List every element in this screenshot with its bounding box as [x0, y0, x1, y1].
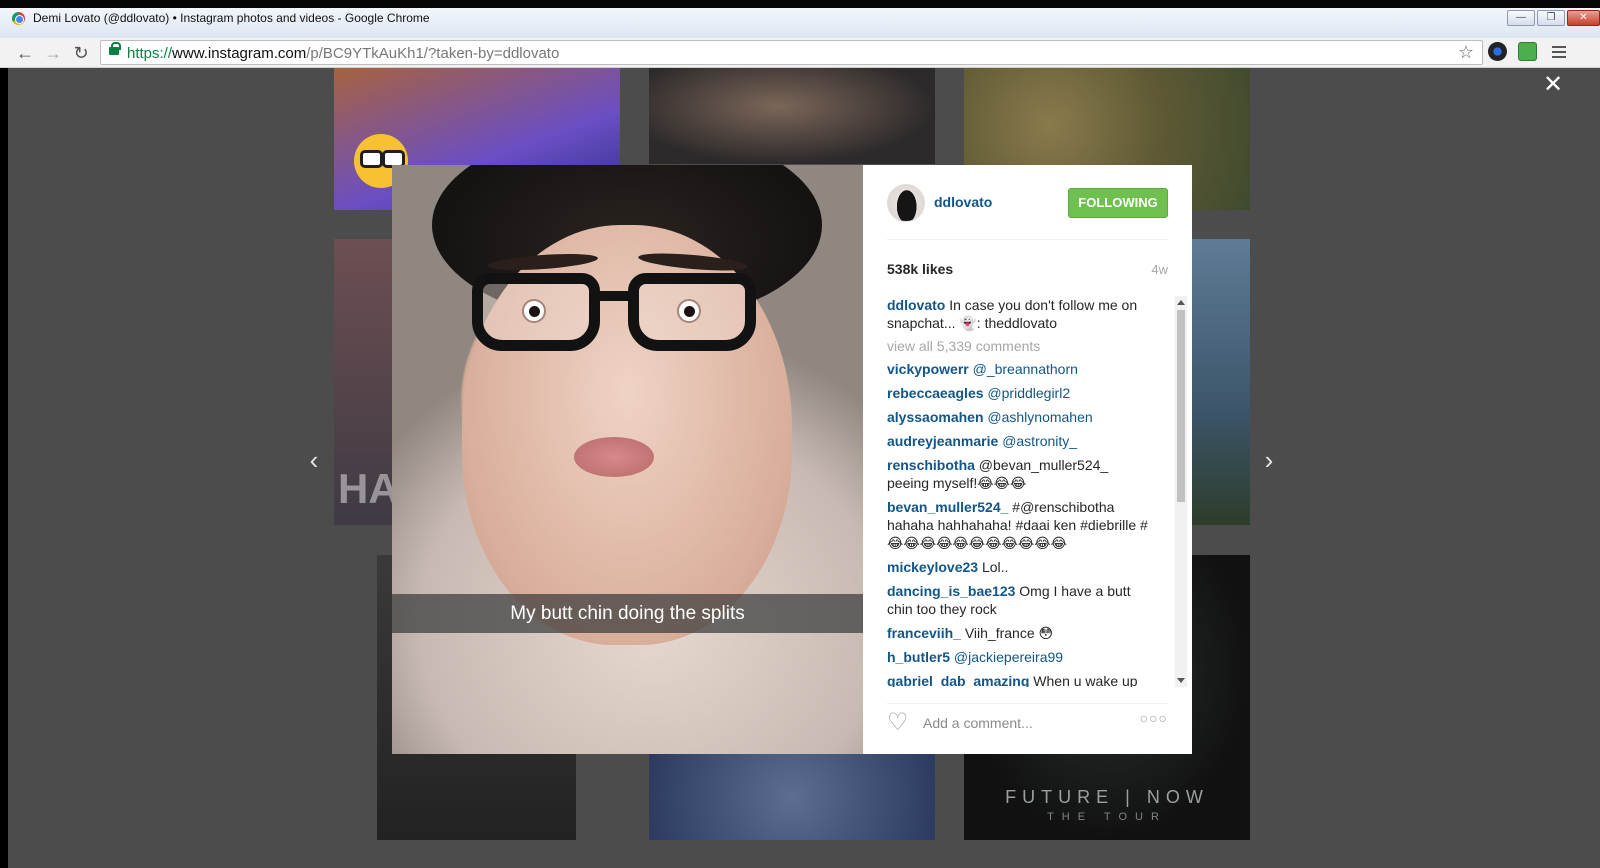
address-bar[interactable]: https://www.instagram.com/p/BC9YTkAuKh1/… [100, 40, 1483, 65]
forward-arrow-icon[interactable]: → [42, 42, 64, 64]
url-host: www.instagram.com [172, 45, 307, 62]
scroll-down-icon[interactable] [1177, 678, 1185, 683]
list-item: franceviih_ Viih_france 😳 [887, 624, 1151, 642]
scroll-up-icon[interactable] [1177, 300, 1185, 305]
view-all-comments-link[interactable]: view all 5,339 comments [887, 338, 1151, 354]
chrome-menu-icon[interactable] [1552, 43, 1566, 59]
comment-text[interactable]: @priddlegirl2 [987, 385, 1070, 401]
lock-icon [109, 42, 121, 55]
comment-text: Viih_france 😳 [964, 625, 1054, 641]
list-item: dancing_is_bae123 Omg I have a butt chin… [887, 582, 1151, 618]
list-item: audreyjeanmarie @astronity_ [887, 432, 1151, 450]
photo-eye [677, 299, 701, 323]
comments-list[interactable]: ddlovato In case you don't follow me on … [887, 296, 1151, 687]
comment-text[interactable]: @_breannathorn [973, 361, 1078, 377]
extension-icon[interactable] [1488, 42, 1507, 61]
comment-text[interactable]: @ashlynomahen [987, 409, 1092, 425]
comment-text[interactable]: @astronity_ [1002, 433, 1077, 449]
chevron-right-icon[interactable]: › [1257, 446, 1281, 474]
chrome-logo-icon [12, 12, 25, 25]
comment-text[interactable]: @jackiepereira99 [954, 649, 1063, 665]
scrollbar-thumb[interactable] [1177, 310, 1185, 502]
url-text[interactable]: https://www.instagram.com/p/BC9YTkAuKh1/… [127, 45, 559, 62]
comment-text: When u wake up [1033, 673, 1138, 687]
comment-username[interactable]: gabriel_dab_amazing [887, 673, 1029, 687]
list-item: gabriel_dab_amazing When u wake up [887, 672, 1151, 687]
comment-username[interactable]: rebeccaeagles [887, 385, 984, 401]
post-modal: My butt chin doing the splits ddlovato F… [392, 165, 1192, 754]
list-item: rebeccaeagles @priddlegirl2 [887, 384, 1151, 402]
chevron-left-icon[interactable]: ‹ [302, 446, 326, 474]
comment-username[interactable]: dancing_is_bae123 [887, 583, 1015, 599]
restore-button[interactable]: ❐ [1537, 10, 1565, 26]
comment-text: Lol.. [981, 559, 1009, 575]
extension-globe-icon[interactable] [1518, 42, 1537, 61]
browser-toolbar: ← → ↻ https://www.instagram.com/p/BC9YTk… [0, 38, 1600, 68]
url-path: /p/BC9YTkAuKh1/?taken-by=ddlovato [306, 45, 560, 62]
post-username[interactable]: ddlovato [934, 194, 992, 210]
comment-username[interactable]: ddlovato [887, 297, 945, 313]
list-item: alyssaomahen @ashlynomahen [887, 408, 1151, 426]
list-item: h_butler5 @jackiepereira99 [887, 648, 1151, 666]
comment-username[interactable]: alyssaomahen [887, 409, 984, 425]
post-photo[interactable]: My butt chin doing the splits [392, 165, 863, 754]
comment-username[interactable]: franceviih_ [887, 625, 961, 641]
photo-glasses-bridge [594, 291, 634, 301]
comment-bar: ♡ ○○○ [887, 703, 1168, 739]
post-side-panel: ddlovato FOLLOWING 538k likes 4w ddlovat… [863, 165, 1192, 754]
comment-username[interactable]: h_butler5 [887, 649, 950, 665]
window-title: Demi Lovato (@ddlovato) • Instagram phot… [33, 11, 430, 25]
grid-photo[interactable] [649, 754, 935, 840]
list-item: mickeylove23 Lol.. [887, 558, 1151, 576]
list-item: bevan_muller524_ #@renschibotha hahaha h… [887, 498, 1151, 552]
post-header: ddlovato FOLLOWING [887, 184, 1168, 240]
comments-scrollbar[interactable] [1175, 296, 1187, 687]
avatar[interactable] [887, 184, 925, 222]
window-title-bar: Demi Lovato (@ddlovato) • Instagram phot… [0, 0, 1600, 38]
grid-photo[interactable] [649, 68, 935, 164]
post-age: 4w [1151, 262, 1168, 277]
close-icon[interactable]: ✕ [1542, 73, 1564, 97]
tour-subtitle: THE TOUR [1047, 811, 1167, 823]
caption-comment: ddlovato In case you don't follow me on … [887, 296, 1151, 332]
list-item: renschibotha @bevan_muller524_ peeing my… [887, 456, 1151, 492]
list-item: vickypowerr @_breannathorn [887, 360, 1151, 378]
comment-username[interactable]: vickypowerr [887, 361, 969, 377]
reload-icon[interactable]: ↻ [70, 42, 92, 64]
url-scheme: https:// [127, 45, 173, 62]
instagram-page: HA FUTURE | NOW THE TOUR ‹ › ✕ My butt c… [8, 68, 1600, 868]
following-button[interactable]: FOLLOWING [1068, 188, 1168, 218]
more-options-icon[interactable]: ○○○ [1140, 710, 1168, 726]
comment-username[interactable]: audreyjeanmarie [887, 433, 998, 449]
photo-mouth [574, 437, 654, 477]
tour-title: FUTURE | NOW [1005, 787, 1209, 807]
likes-count[interactable]: 538k likes [887, 261, 953, 277]
comment-username[interactable]: bevan_muller524_ [887, 499, 1008, 515]
grid-photo[interactable] [1191, 239, 1250, 525]
minimize-button[interactable]: — [1507, 10, 1535, 26]
heart-icon[interactable]: ♡ [887, 711, 909, 735]
bookmark-star-icon[interactable]: ☆ [1458, 42, 1474, 63]
window-close-button[interactable]: ✕ [1567, 10, 1600, 26]
back-arrow-icon[interactable]: ← [14, 42, 36, 64]
tile-text: HA [338, 465, 392, 512]
comment-username[interactable]: mickeylove23 [887, 559, 978, 575]
photo-eye [522, 299, 546, 323]
comment-username[interactable]: renschibotha [887, 457, 975, 473]
grid-photo[interactable]: HA [334, 239, 392, 525]
snapchat-caption: My butt chin doing the splits [392, 594, 863, 633]
